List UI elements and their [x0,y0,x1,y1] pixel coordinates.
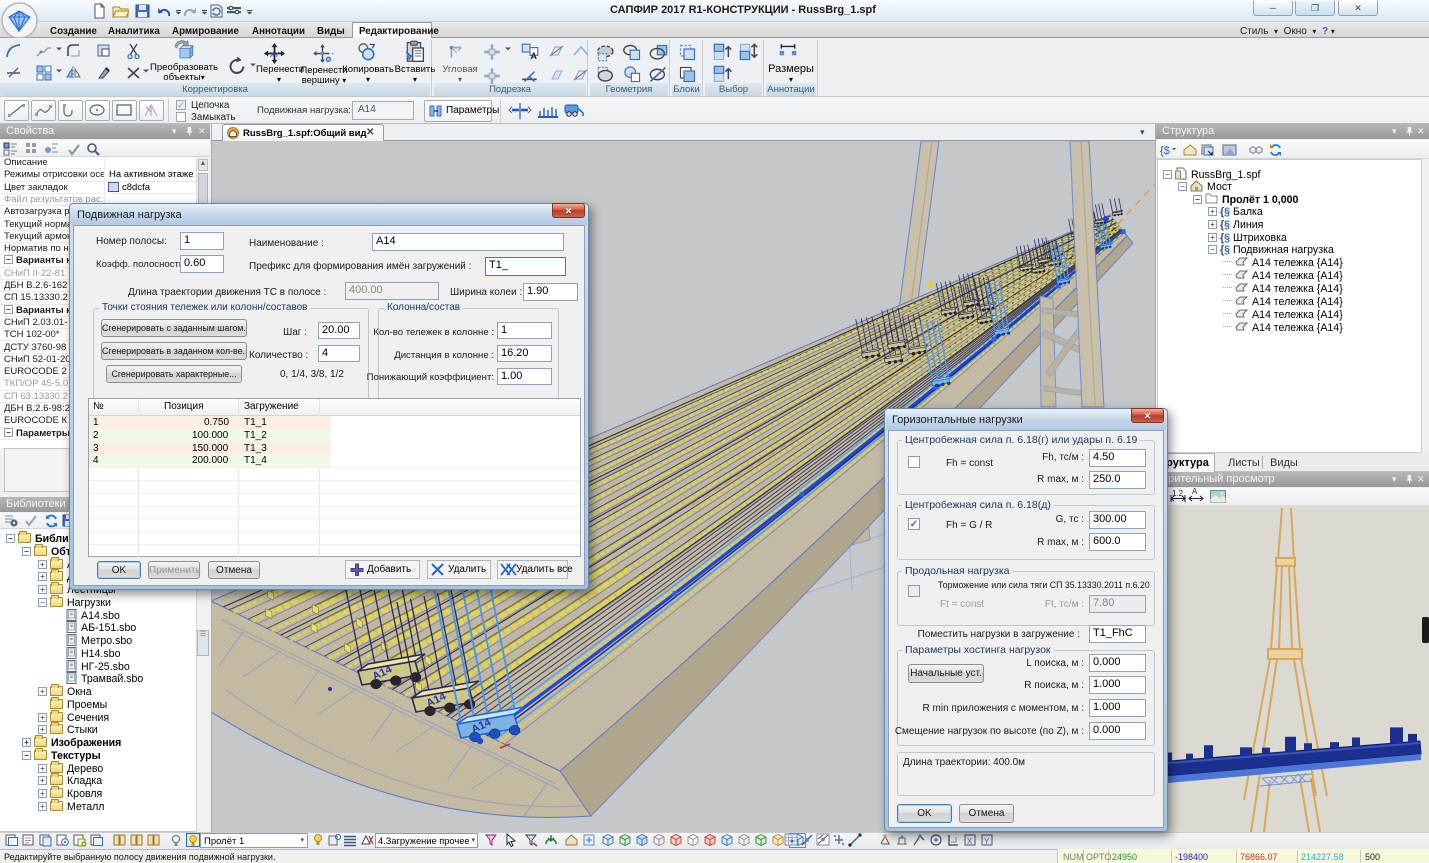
svg-text:Y: Y [984,837,990,846]
svg-text:XY: XY [270,52,280,59]
svg-text:X: X [967,837,973,846]
svg-text:{$: {$ [1160,145,1170,157]
svg-text:A: A [531,51,538,61]
